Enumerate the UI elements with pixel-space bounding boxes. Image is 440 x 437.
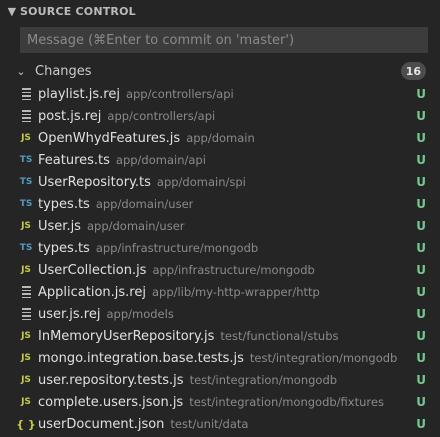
file-name: types.ts bbox=[38, 240, 90, 256]
text-file-icon bbox=[19, 306, 33, 322]
file-path: app/domain/user bbox=[95, 197, 194, 211]
text-file-icon bbox=[19, 108, 33, 124]
ts-file-icon: TS bbox=[19, 199, 33, 209]
changed-file-row[interactable]: JS User.js app/domain/user U bbox=[0, 215, 440, 237]
file-path: app/controllers/api bbox=[125, 87, 234, 101]
chevron-down-icon: ▼ bbox=[7, 4, 17, 18]
changed-file-row[interactable]: { } userDocument.json test/unit/data U bbox=[0, 413, 440, 435]
untracked-status-badge: U bbox=[416, 373, 426, 387]
untracked-status-badge: U bbox=[416, 307, 426, 321]
panel-title: SOURCE CONTROL bbox=[20, 4, 136, 18]
changes-count-badge: 16 bbox=[400, 62, 426, 80]
ts-file-icon: TS bbox=[19, 243, 33, 253]
untracked-status-badge: U bbox=[416, 153, 426, 167]
file-name: OpenWhydFeatures.js bbox=[38, 130, 181, 146]
commit-message-input[interactable] bbox=[20, 27, 428, 53]
file-name: mongo.integration.base.tests.js bbox=[38, 350, 244, 366]
js-file-icon: JS bbox=[21, 397, 31, 407]
untracked-status-badge: U bbox=[416, 241, 426, 255]
untracked-status-badge: U bbox=[416, 417, 426, 431]
untracked-status-badge: U bbox=[416, 175, 426, 189]
changed-file-row[interactable]: user.js.rej app/models U bbox=[0, 303, 440, 325]
untracked-status-badge: U bbox=[416, 395, 426, 409]
untracked-status-badge: U bbox=[416, 87, 426, 101]
changes-list: playlist.js.rej app/controllers/api Upost.… bbox=[0, 83, 440, 435]
text-file-icon bbox=[19, 284, 33, 300]
untracked-status-badge: U bbox=[416, 219, 426, 233]
ts-file-icon: TS bbox=[19, 155, 33, 165]
file-path: app/domain/user bbox=[86, 219, 185, 233]
file-path: app/domain bbox=[186, 131, 255, 145]
changed-file-row[interactable]: JS UserCollection.js app/infrastructure/mo… bbox=[0, 259, 440, 281]
file-path: test/integration/mongodb bbox=[189, 373, 338, 387]
changed-file-row[interactable]: JS mongo.integration.base.tests.js test/in… bbox=[0, 347, 440, 369]
file-name: userDocument.json bbox=[38, 416, 165, 432]
changes-group-label: Changes bbox=[35, 63, 92, 79]
commit-message-container bbox=[0, 22, 440, 53]
file-name: complete.users.json.js bbox=[38, 394, 184, 410]
file-path: app/models bbox=[106, 307, 174, 321]
file-path: test/integration/mongodb/fixtures bbox=[189, 395, 384, 409]
file-name: InMemoryUserRepository.js bbox=[38, 328, 215, 344]
changed-file-row[interactable]: JS OpenWhydFeatures.js app/domain U bbox=[0, 127, 440, 149]
changed-file-row[interactable]: TS types.ts app/infrastructure/mongodb U bbox=[0, 237, 440, 259]
source-control-header[interactable]: ▼ SOURCE CONTROL bbox=[0, 0, 440, 22]
file-path: app/controllers/api bbox=[107, 109, 216, 123]
changed-file-row[interactable]: TS UserRepository.ts app/domain/spi U bbox=[0, 171, 440, 193]
file-name: Application.js.rej bbox=[38, 284, 146, 300]
file-name: types.ts bbox=[38, 196, 90, 212]
js-file-icon: JS bbox=[21, 133, 31, 143]
file-path: app/lib/my-http-wrapper/http bbox=[151, 285, 320, 299]
changed-file-row[interactable]: playlist.js.rej app/controllers/api U bbox=[0, 83, 440, 105]
file-name: post.js.rej bbox=[38, 108, 102, 124]
chevron-down-icon: ⌄ bbox=[16, 64, 26, 78]
changed-file-row[interactable]: Application.js.rej app/lib/my-http-wrappe… bbox=[0, 281, 440, 303]
changed-file-row[interactable]: post.js.rej app/controllers/api U bbox=[0, 105, 440, 127]
js-file-icon: JS bbox=[21, 353, 31, 363]
file-name: user.repository.tests.js bbox=[38, 372, 184, 388]
untracked-status-badge: U bbox=[416, 109, 426, 123]
js-file-icon: JS bbox=[21, 265, 31, 275]
untracked-status-badge: U bbox=[416, 285, 426, 299]
json-file-icon: { } bbox=[16, 417, 36, 431]
file-path: app/infrastructure/mongodb bbox=[152, 263, 315, 277]
file-path: app/domain/api bbox=[115, 153, 206, 167]
file-path: test/unit/data bbox=[170, 417, 249, 431]
untracked-status-badge: U bbox=[416, 351, 426, 365]
changes-group-header[interactable]: ⌄ Changes 16 bbox=[0, 60, 440, 82]
file-path: app/domain/spi bbox=[156, 175, 246, 189]
changed-file-row[interactable]: JS user.repository.tests.js test/integrati… bbox=[0, 369, 440, 391]
file-name: UserCollection.js bbox=[38, 262, 147, 278]
ts-file-icon: TS bbox=[19, 177, 33, 187]
changed-file-row[interactable]: JS InMemoryUserRepository.js test/function… bbox=[0, 325, 440, 347]
untracked-status-badge: U bbox=[416, 329, 426, 343]
file-name: user.js.rej bbox=[38, 306, 101, 322]
file-name: User.js bbox=[38, 218, 81, 234]
untracked-status-badge: U bbox=[416, 131, 426, 145]
changed-file-row[interactable]: TS Features.ts app/domain/api U bbox=[0, 149, 440, 171]
text-file-icon bbox=[19, 86, 33, 102]
file-name: playlist.js.rej bbox=[38, 86, 120, 102]
js-file-icon: JS bbox=[21, 221, 31, 231]
file-name: Features.ts bbox=[38, 152, 110, 168]
file-path: test/integration/mongodb bbox=[249, 351, 398, 365]
file-path: test/functional/stubs bbox=[220, 329, 339, 343]
js-file-icon: JS bbox=[21, 375, 31, 385]
untracked-status-badge: U bbox=[416, 263, 426, 277]
file-name: UserRepository.ts bbox=[38, 174, 151, 190]
untracked-status-badge: U bbox=[416, 197, 426, 211]
changed-file-row[interactable]: TS types.ts app/domain/user U bbox=[0, 193, 440, 215]
file-path: app/infrastructure/mongodb bbox=[95, 241, 259, 255]
js-file-icon: JS bbox=[21, 331, 31, 341]
changed-file-row[interactable]: JS complete.users.json.js test/integration… bbox=[0, 391, 440, 413]
